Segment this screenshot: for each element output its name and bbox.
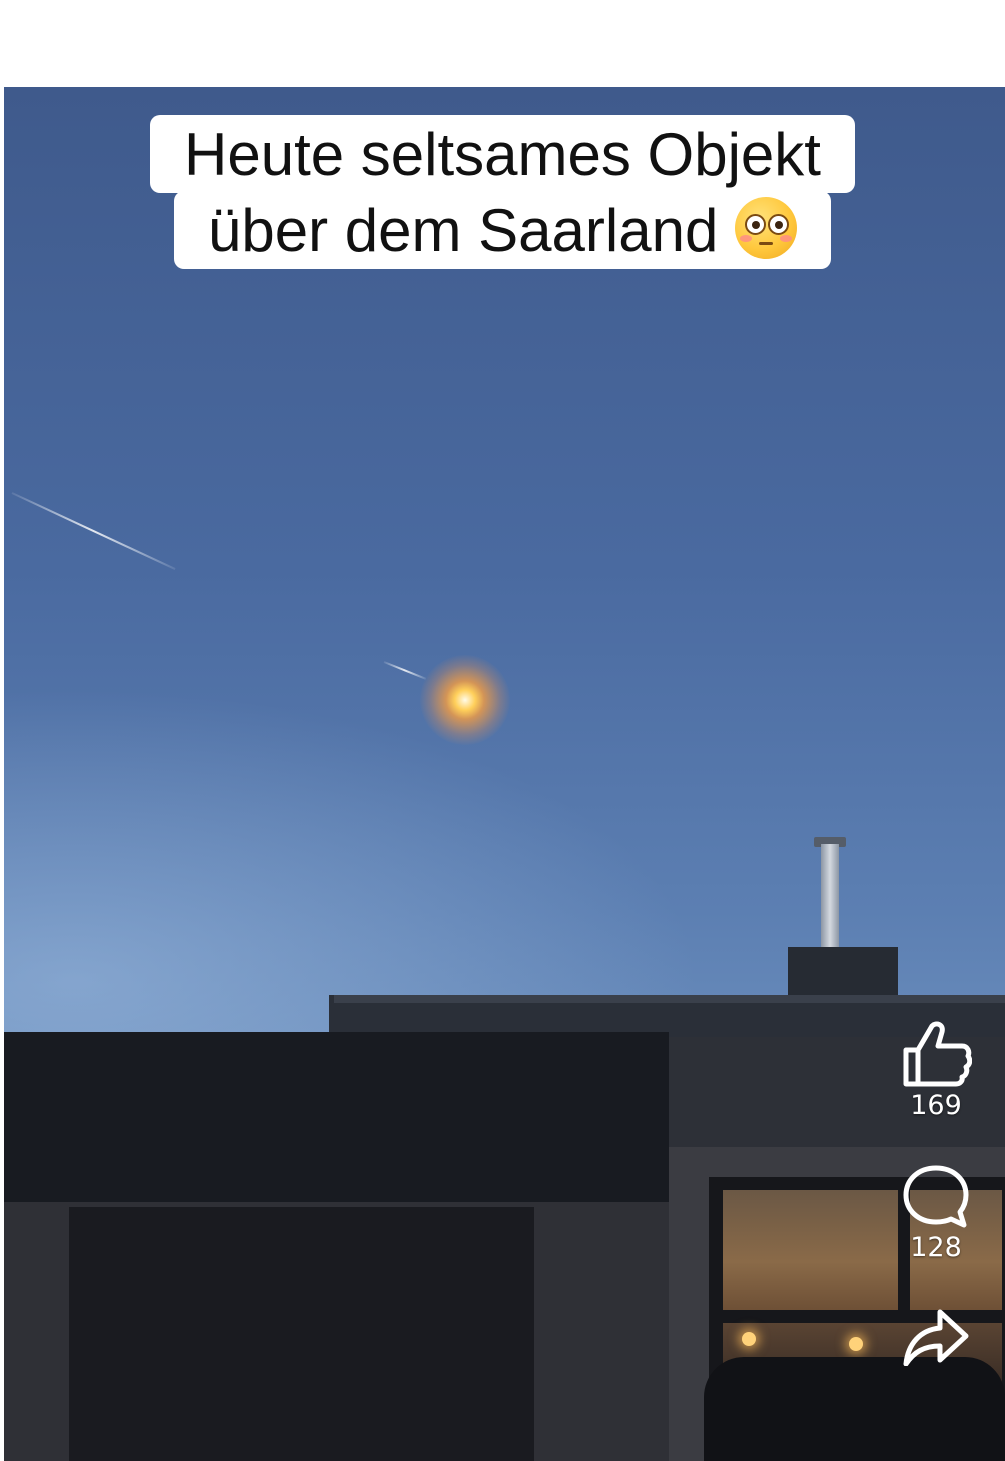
flushed-face-emoji-icon: [735, 197, 797, 259]
comment-bubble-icon: [903, 1165, 969, 1228]
top-blank-area: [0, 0, 1005, 87]
roof-edge: [334, 995, 1005, 1003]
caption-line-2: über dem Saarland: [174, 191, 831, 269]
glowing-object: [420, 655, 510, 745]
garage-door: [69, 1207, 534, 1461]
thumbs-up-icon: [903, 1021, 972, 1087]
caption-line-1: Heute seltsames Objekt: [150, 115, 855, 193]
like-button[interactable]: 169: [880, 1020, 992, 1122]
comment-count: 128: [910, 1232, 962, 1263]
like-count: 169: [910, 1090, 962, 1121]
caption-line-2-text: über dem Saarland: [208, 197, 719, 264]
garage-roof: [4, 1032, 669, 1212]
interior-lamp: [849, 1337, 863, 1351]
video-frame[interactable]: [4, 87, 1005, 1461]
window-pane: [723, 1190, 898, 1310]
chimney-pipe: [821, 844, 839, 949]
meteor-trail: [383, 661, 427, 680]
side-action-bar: 169 128: [880, 1020, 992, 1392]
share-button[interactable]: [880, 1306, 992, 1366]
contrail: [11, 492, 176, 570]
comment-button[interactable]: 128: [880, 1162, 992, 1264]
share-arrow-icon: [903, 1309, 969, 1366]
interior-lamp: [742, 1332, 756, 1346]
video-caption: Heute seltsames Objekt über dem Saarland: [0, 115, 1005, 269]
